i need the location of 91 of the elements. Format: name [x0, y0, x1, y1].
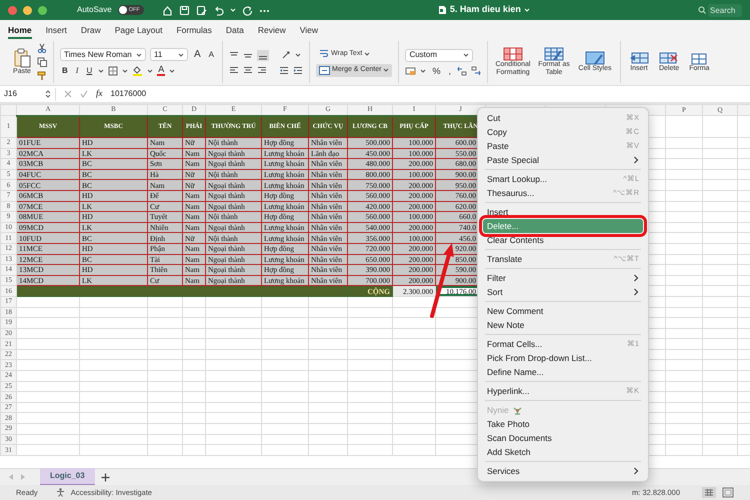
caret-icon[interactable]	[122, 68, 128, 74]
minimize-button[interactable]	[23, 6, 32, 14]
caret-icon[interactable]	[178, 52, 184, 58]
borders-icon[interactable]	[108, 66, 118, 76]
ribbon-tab[interactable]: View	[300, 20, 318, 39]
menu-item[interactable]: Scan Documents	[483, 431, 643, 445]
stepper-icon[interactable]	[45, 89, 51, 99]
ribbon-tab[interactable]: Formulas	[176, 20, 212, 39]
chevron-right-icon	[633, 467, 639, 475]
align-right-icon[interactable]	[257, 64, 268, 74]
menu-item[interactable]: Add Sketch	[483, 445, 643, 459]
add-sheet-icon[interactable]	[100, 472, 110, 482]
zoom-button[interactable]	[38, 6, 47, 14]
shrink-font-button[interactable]: A	[206, 50, 216, 60]
font-size-select[interactable]: 11	[150, 48, 188, 61]
app-icon	[512, 406, 522, 414]
search-field[interactable]: Search	[708, 4, 742, 16]
table-icon	[544, 47, 564, 61]
chevron-down-icon[interactable]	[524, 7, 530, 13]
conditional-formatting-icon	[502, 47, 523, 61]
menu-item[interactable]: Take Photo	[483, 417, 643, 431]
number-format-select[interactable]: Custom	[405, 48, 474, 62]
ribbon-tab[interactable]: Draw	[80, 20, 101, 39]
menu-item[interactable]: Paste Special	[483, 153, 643, 167]
decrease-decimal-icon[interactable]	[470, 66, 481, 76]
menu-item[interactable]: Clear Contents	[483, 233, 643, 247]
caret-icon[interactable]	[295, 52, 302, 58]
caret-icon[interactable]	[98, 68, 104, 74]
comma-style-button[interactable]: ,	[446, 66, 453, 76]
normal-view-icon[interactable]	[702, 487, 716, 498]
font-name-select[interactable]: Times New Roman	[60, 48, 146, 61]
undo-icon[interactable]	[212, 4, 224, 16]
menu-item[interactable]: Insert	[483, 205, 643, 219]
orientation-icon[interactable]	[281, 50, 292, 60]
ribbon-tab[interactable]: Page Layout	[114, 20, 162, 39]
insert-function-label: fx	[96, 87, 102, 100]
search-icon[interactable]	[698, 6, 706, 14]
save-icon[interactable]	[178, 4, 190, 16]
caret-icon[interactable]	[147, 68, 154, 74]
menu-item[interactable]: New Note	[483, 318, 643, 332]
bold-button[interactable]: B	[60, 66, 70, 76]
align-left-icon[interactable]	[229, 64, 240, 74]
align-bottom-icon[interactable]	[257, 50, 270, 60]
document-title: 5. Ham dieu kien	[450, 3, 521, 16]
formula-field[interactable]: 10176000	[110, 88, 146, 100]
redo-icon[interactable]	[242, 4, 253, 16]
save-as-icon[interactable]	[196, 4, 207, 16]
ribbon-tab[interactable]: Insert	[46, 20, 67, 39]
underline-button[interactable]: U	[84, 66, 94, 76]
ribbon-tab[interactable]: Review	[258, 20, 286, 39]
cell-styles-icon	[584, 51, 605, 65]
sheet-tab[interactable]: Logic_03	[40, 468, 95, 486]
grow-font-button[interactable]: A	[192, 50, 203, 60]
menu-item[interactable]: New Comment	[483, 304, 643, 318]
percent-button[interactable]: %	[430, 66, 442, 76]
increase-indent-icon[interactable]	[293, 64, 304, 74]
ribbon-tab[interactable]: Data	[226, 20, 244, 39]
align-center-icon[interactable]	[243, 64, 254, 74]
menu-item[interactable]: Define Name...	[483, 365, 643, 379]
italic-button[interactable]: I	[74, 66, 80, 76]
cut-icon[interactable]	[37, 43, 47, 53]
autosave-label: AutoSave	[77, 4, 112, 16]
caret-icon[interactable]	[420, 68, 426, 74]
delete-cells-icon	[659, 51, 680, 65]
document-icon	[438, 5, 447, 15]
home-icon[interactable]	[162, 4, 173, 16]
increase-decimal-icon[interactable]	[456, 66, 467, 76]
clipboard-icon	[12, 48, 32, 68]
menu-item[interactable]: Filter	[483, 271, 643, 285]
menu-item[interactable]: Services	[483, 464, 643, 478]
font-color-button[interactable]: A	[157, 65, 166, 76]
chevron-right-icon	[633, 156, 639, 164]
menu-item[interactable]: Pick From Drop-down List...	[483, 351, 643, 365]
copy-icon[interactable]	[37, 57, 47, 67]
name-box[interactable]: J16	[4, 88, 56, 100]
insert-cells-icon	[628, 51, 649, 65]
currency-icon[interactable]	[405, 66, 416, 76]
caret-icon[interactable]	[364, 50, 370, 57]
caret-icon[interactable]	[169, 68, 176, 74]
merge-cells-icon	[319, 66, 330, 75]
caret-icon[interactable]	[383, 67, 390, 74]
format-painter-icon[interactable]	[37, 71, 47, 81]
fill-color-icon[interactable]	[132, 65, 144, 76]
wrap-text-icon	[319, 49, 330, 58]
decrease-indent-icon[interactable]	[279, 64, 290, 74]
caret-icon[interactable]	[463, 52, 470, 58]
accessibility-icon[interactable]	[56, 488, 65, 497]
caret-icon[interactable]	[136, 52, 142, 58]
format-cells-icon	[689, 51, 710, 65]
page-layout-icon[interactable]	[722, 487, 734, 498]
menu-item[interactable]: Sort	[483, 285, 643, 299]
